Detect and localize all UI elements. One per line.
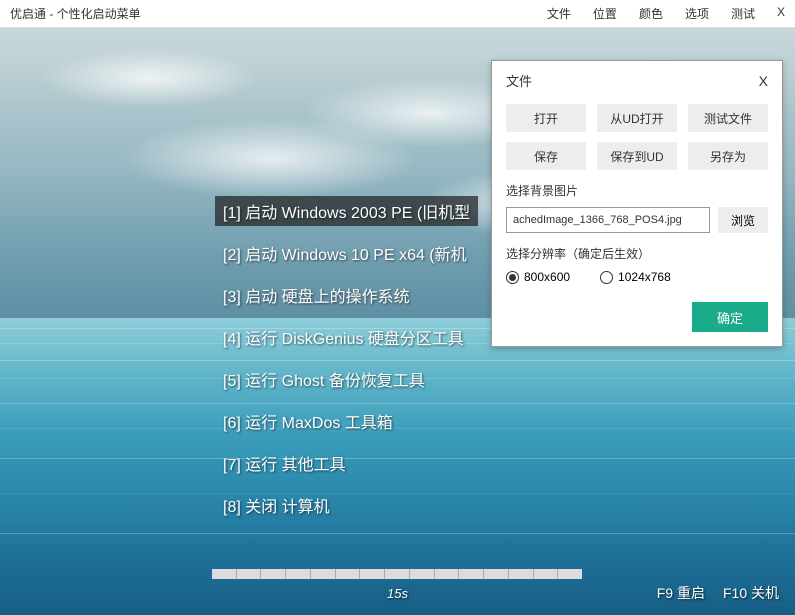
progress-segment [360,569,385,579]
progress-segment [534,569,559,579]
progress-segment [509,569,534,579]
open-from-ud-button[interactable]: 从UD打开 [597,104,677,132]
background-preview: [1] 启动 Windows 2003 PE (旧机型 [2] 启动 Window… [0,28,795,615]
countdown-text: 15s [387,586,408,601]
progress-segment [237,569,262,579]
boot-menu-item[interactable]: [6] 运行 MaxDos 工具箱 [215,406,478,436]
progress-segment [410,569,435,579]
boot-menu-item[interactable]: [8] 关闭 计算机 [215,490,478,520]
hotkey-f9-restart: F9 重启 [657,583,705,603]
menu-file[interactable]: 文件 [547,5,571,22]
footer-keys: F9 重启 F10 关机 [657,583,779,603]
file-dialog: 文件 X 打开 从UD打开 测试文件 保存 保存到UD 另存为 选择背景图片 浏… [491,60,783,347]
browse-button[interactable]: 浏览 [718,207,768,233]
resolution-label: 选择分辨率（确定后生效） [506,245,768,262]
progress-segment [336,569,361,579]
boot-menu-item[interactable]: [7] 运行 其他工具 [215,448,478,478]
countdown-progress [212,569,582,579]
menu-options[interactable]: 选项 [685,5,709,22]
boot-menu-item[interactable]: [3] 启动 硬盘上的操作系统 [215,280,478,310]
menu-color[interactable]: 颜色 [639,5,663,22]
resolution-options: 800x600 1024x768 [506,270,768,284]
radio-icon [600,271,613,284]
progress-segment [484,569,509,579]
boot-menu-item[interactable]: [5] 运行 Ghost 备份恢复工具 [215,364,478,394]
progress-segment [286,569,311,579]
bg-image-input[interactable] [506,207,710,233]
radio-icon [506,271,519,284]
hotkey-f10-shutdown: F10 关机 [723,583,779,603]
progress-segment [385,569,410,579]
resolution-radio[interactable]: 800x600 [506,270,570,284]
radio-label: 800x600 [524,270,570,284]
menu-test[interactable]: 测试 [731,5,755,22]
test-file-button[interactable]: 测试文件 [688,104,768,132]
boot-menu-item[interactable]: [2] 启动 Windows 10 PE x64 (新机 [215,238,478,268]
menu-position[interactable]: 位置 [593,5,617,22]
dialog-close-button[interactable]: X [759,73,768,89]
save-button[interactable]: 保存 [506,142,586,170]
dialog-titlebar: 文件 X [492,61,782,98]
boot-menu: [1] 启动 Windows 2003 PE (旧机型 [2] 启动 Window… [215,196,478,520]
radio-label: 1024x768 [618,270,671,284]
resolution-radio[interactable]: 1024x768 [600,270,671,284]
open-button[interactable]: 打开 [506,104,586,132]
progress-segment [261,569,286,579]
confirm-button[interactable]: 确定 [692,302,768,332]
progress-segment [311,569,336,579]
save-to-ud-button[interactable]: 保存到UD [597,142,677,170]
boot-menu-item[interactable]: [4] 运行 DiskGenius 硬盘分区工具 [215,322,478,352]
menubar: 优启通 - 个性化启动菜单 文件 位置 颜色 选项 测试 X [0,0,795,28]
save-as-button[interactable]: 另存为 [688,142,768,170]
app-title: 优启通 - 个性化启动菜单 [10,5,547,22]
progress-segment [212,569,237,579]
bg-image-label: 选择背景图片 [506,182,768,199]
progress-segment [558,569,582,579]
progress-segment [459,569,484,579]
menubar-close[interactable]: X [777,5,785,22]
boot-menu-item[interactable]: [1] 启动 Windows 2003 PE (旧机型 [215,196,478,226]
menubar-items: 文件 位置 颜色 选项 测试 X [547,5,785,22]
dialog-title: 文件 [506,71,532,90]
progress-segment [435,569,460,579]
